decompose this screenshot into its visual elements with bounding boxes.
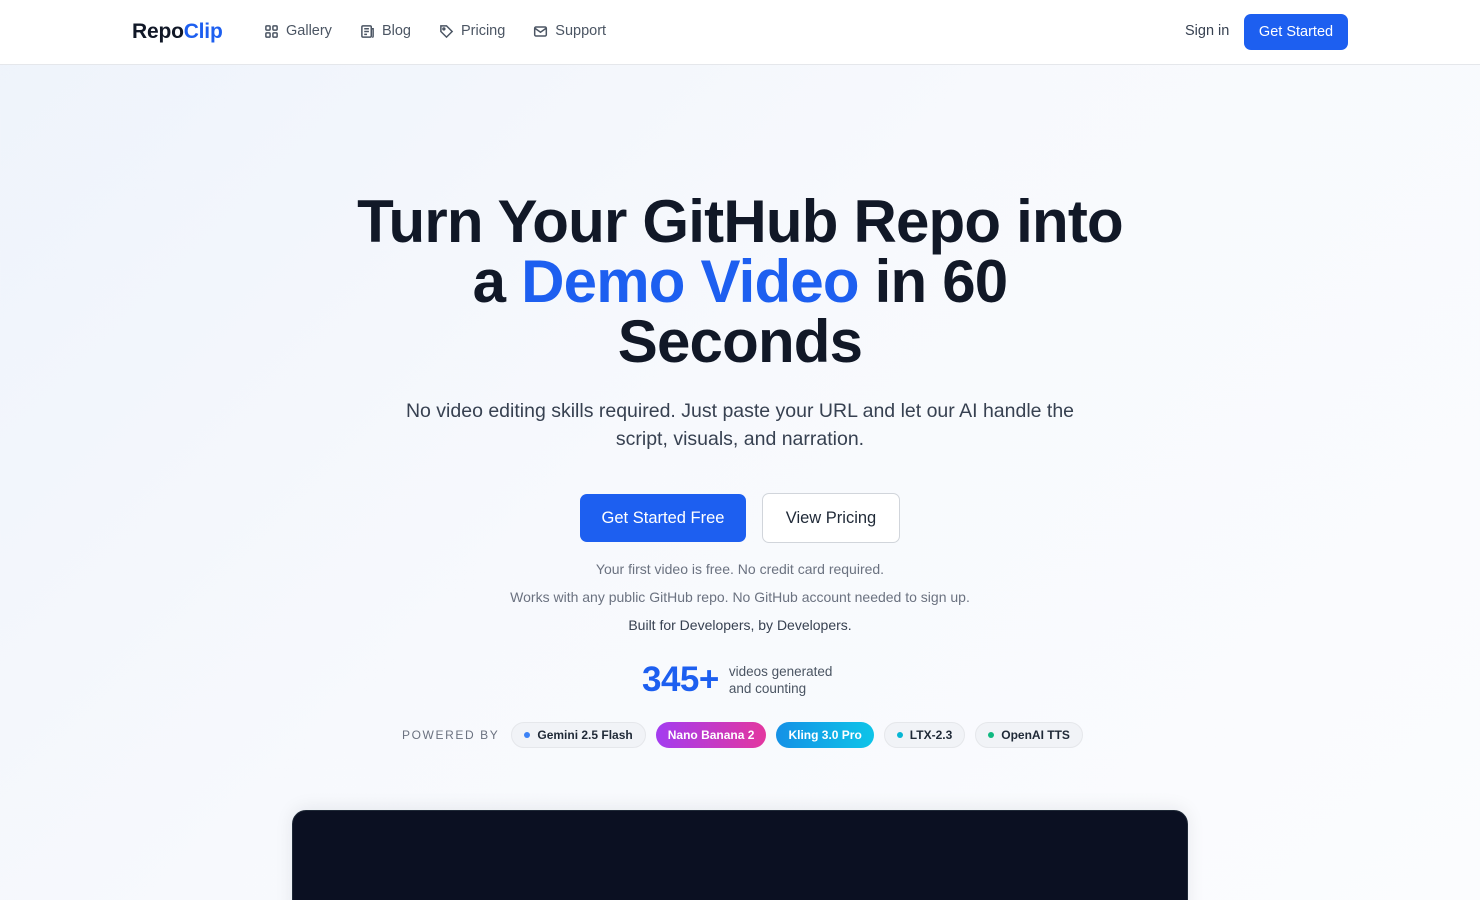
- demo-video-preview[interactable]: [292, 810, 1188, 900]
- nav-item-label: Pricing: [460, 23, 506, 39]
- hero-title: Turn Your GitHub Repo into a Demo Video …: [340, 192, 1140, 372]
- chip-label: OpenAI TTS: [1001, 728, 1070, 742]
- hero-subtitle: No video editing skills required. Just p…: [405, 400, 1075, 450]
- videos-stat-line1: videos generated: [728, 664, 833, 679]
- chip-label: LTX-2.3: [909, 728, 953, 742]
- brand-logo-part1: Repo: [132, 20, 184, 43]
- hero-title-accent: Demo Video: [521, 248, 859, 315]
- free-video-note: Your first video is free. No credit card…: [595, 561, 885, 577]
- hero-title-line3: Seconds: [617, 308, 863, 375]
- status-dot-icon: [524, 732, 531, 738]
- view-pricing-button[interactable]: View Pricing: [762, 493, 900, 543]
- powered-by-row: POWERED BY Gemini 2.5 Flash Nano Banana …: [402, 722, 1083, 748]
- status-dot-icon: [988, 732, 995, 738]
- hero-title-line2-prefix: a: [472, 248, 522, 315]
- status-dot-icon: [896, 732, 903, 738]
- public-repo-note: Works with any public GitHub repo. No Gi…: [510, 589, 970, 605]
- built-for-developers-note: Built for Developers, by Developers.: [628, 617, 852, 633]
- hero-title-line1: Turn Your GitHub Repo into: [357, 188, 1124, 255]
- nav-item-pricing[interactable]: Pricing: [439, 23, 505, 39]
- chip-label: Nano Banana 2: [667, 728, 755, 742]
- newspaper-icon: [361, 24, 374, 38]
- chip-ltx: LTX-2.3: [883, 722, 966, 748]
- get-started-button[interactable]: Get Started: [1244, 14, 1348, 50]
- nav-item-support[interactable]: Support: [533, 23, 606, 39]
- nav-item-label: Gallery: [286, 23, 332, 39]
- main-nav: Gallery Blog Pricing Support: [264, 23, 634, 39]
- nav-item-label: Blog: [381, 23, 411, 39]
- mail-icon: [534, 25, 548, 37]
- brand-logo-part2: Clip: [183, 20, 223, 43]
- videos-stat-text: videos generated and counting: [729, 663, 833, 697]
- chip-openai-tts: OpenAI TTS: [975, 722, 1083, 748]
- chip-kling: Kling 3.0 Pro: [776, 722, 874, 748]
- videos-stat-line2: and counting: [728, 681, 807, 696]
- nav-item-label: Support: [555, 23, 607, 39]
- nav-item-blog[interactable]: Blog: [360, 23, 411, 39]
- videos-count: 345+: [642, 660, 719, 699]
- chip-nano-banana: Nano Banana 2: [655, 722, 767, 748]
- chip-label: Kling 3.0 Pro: [788, 728, 862, 742]
- chip-gemini: Gemini 2.5 Flash: [511, 722, 646, 748]
- grid-icon: [265, 24, 278, 38]
- sign-in-link[interactable]: Sign in: [1185, 23, 1229, 39]
- hero-title-line2-suffix: in 60: [858, 248, 1009, 315]
- videos-stat: 345+ videos generated and counting: [642, 660, 832, 700]
- chip-label: Gemini 2.5 Flash: [537, 728, 633, 742]
- tag-icon: [440, 24, 454, 38]
- nav-item-gallery[interactable]: Gallery: [264, 23, 332, 39]
- powered-by-label: POWERED BY: [402, 728, 500, 742]
- top-navbar: RepoClip Gallery Blog Pricing Support Si…: [0, 0, 1480, 65]
- brand-logo[interactable]: RepoClip: [132, 20, 223, 44]
- get-started-free-button[interactable]: Get Started Free: [580, 494, 746, 542]
